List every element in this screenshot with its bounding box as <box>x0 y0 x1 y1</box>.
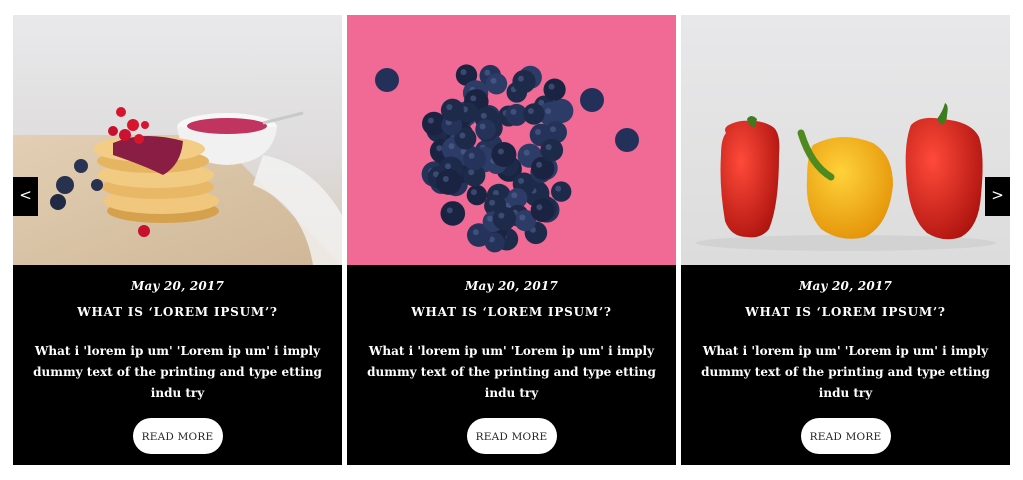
post-slider: May 20, 2017 WHAT IS ‘LOREM IPSUM’? What… <box>13 15 1010 465</box>
post-body: May 20, 2017 WHAT IS ‘LOREM IPSUM’? What… <box>13 265 342 465</box>
post-excerpt: What i 'lorem ip um' 'Lorem ip um' i imp… <box>701 344 990 400</box>
post-date: May 20, 2017 <box>464 279 559 293</box>
post-image-pancakes[interactable] <box>13 15 342 265</box>
post-title[interactable]: WHAT IS ‘LOREM IPSUM’? <box>13 305 342 319</box>
read-more-button[interactable]: READ MORE <box>466 418 557 454</box>
post-image-blueberries[interactable] <box>347 15 676 265</box>
read-more-button[interactable]: READ MORE <box>800 418 891 454</box>
post-image-peppers[interactable] <box>681 15 1010 265</box>
post-title[interactable]: WHAT IS ‘LOREM IPSUM’? <box>681 305 1010 319</box>
slider-prev-button[interactable]: < <box>13 177 38 216</box>
post-date: May 20, 2017 <box>798 279 893 293</box>
post-excerpt: What i 'lorem ip um' 'Lorem ip um' i imp… <box>33 344 322 400</box>
post-card: May 20, 2017 WHAT IS ‘LOREM IPSUM’? What… <box>347 15 676 465</box>
post-card: May 20, 2017 WHAT IS ‘LOREM IPSUM’? What… <box>681 15 1010 465</box>
post-body: May 20, 2017 WHAT IS ‘LOREM IPSUM’? What… <box>681 265 1010 465</box>
post-date: May 20, 2017 <box>130 279 225 293</box>
read-more-button[interactable]: READ MORE <box>132 418 223 454</box>
post-excerpt: What i 'lorem ip um' 'Lorem ip um' i imp… <box>367 344 656 400</box>
peppers-image <box>681 15 1010 265</box>
pancakes-image <box>13 15 342 265</box>
slider-next-button[interactable]: > <box>985 177 1010 216</box>
post-body: May 20, 2017 WHAT IS ‘LOREM IPSUM’? What… <box>347 265 676 465</box>
blueberries-image <box>347 15 676 265</box>
post-title[interactable]: WHAT IS ‘LOREM IPSUM’? <box>347 305 676 319</box>
post-card: May 20, 2017 WHAT IS ‘LOREM IPSUM’? What… <box>13 15 342 465</box>
